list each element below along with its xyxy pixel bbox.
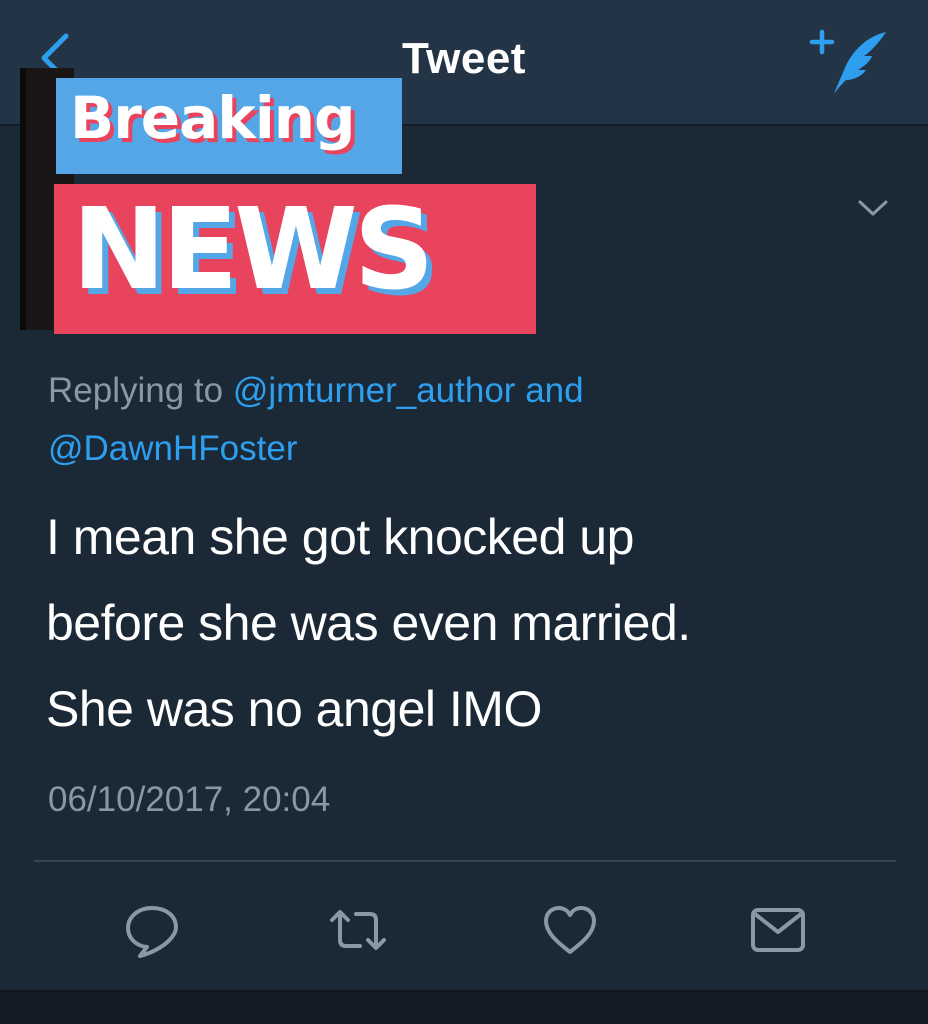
tweet-options-button[interactable]: [856, 196, 890, 220]
like-icon: [544, 906, 596, 954]
breaking-label: Breaking: [70, 84, 356, 152]
divider: [34, 860, 896, 862]
reply-handle-link[interactable]: @jmturner_author: [233, 371, 516, 410]
chevron-down-icon: [858, 200, 888, 216]
breaking-news-overlay: Breaking NEWS: [14, 64, 544, 344]
tweet-text-line: before she was even married.: [46, 595, 691, 651]
like-button[interactable]: [538, 900, 602, 960]
tweet-timestamp: 06/10/2017, 20:04: [48, 780, 331, 819]
tweet-text-line: She was no angel IMO: [46, 681, 542, 737]
tweet-detail-screen: Tweet Breaking NEWS Replying to @jmturne…: [0, 0, 928, 1024]
compose-tweet-icon: [809, 29, 886, 94]
bottom-bar: [0, 990, 928, 1024]
news-label: NEWS: [72, 185, 434, 315]
tweet-text-line: I mean she got knocked up: [46, 509, 634, 565]
replying-to: Replying to @jmturner_author and @DawnHF…: [48, 362, 888, 478]
reply-joiner: and: [525, 371, 584, 410]
direct-message-icon: [751, 908, 805, 952]
compose-tweet-button[interactable]: [808, 26, 898, 100]
retweet-button[interactable]: [326, 900, 390, 960]
replying-prefix: Replying to: [48, 371, 224, 410]
reply-button[interactable]: [120, 900, 184, 960]
reply-handle-link[interactable]: @DawnHFoster: [48, 429, 297, 468]
tweet-text: I mean she got knocked up before she was…: [46, 494, 906, 752]
retweet-icon: [330, 910, 386, 950]
reply-icon: [126, 906, 178, 958]
direct-message-button[interactable]: [746, 900, 810, 960]
